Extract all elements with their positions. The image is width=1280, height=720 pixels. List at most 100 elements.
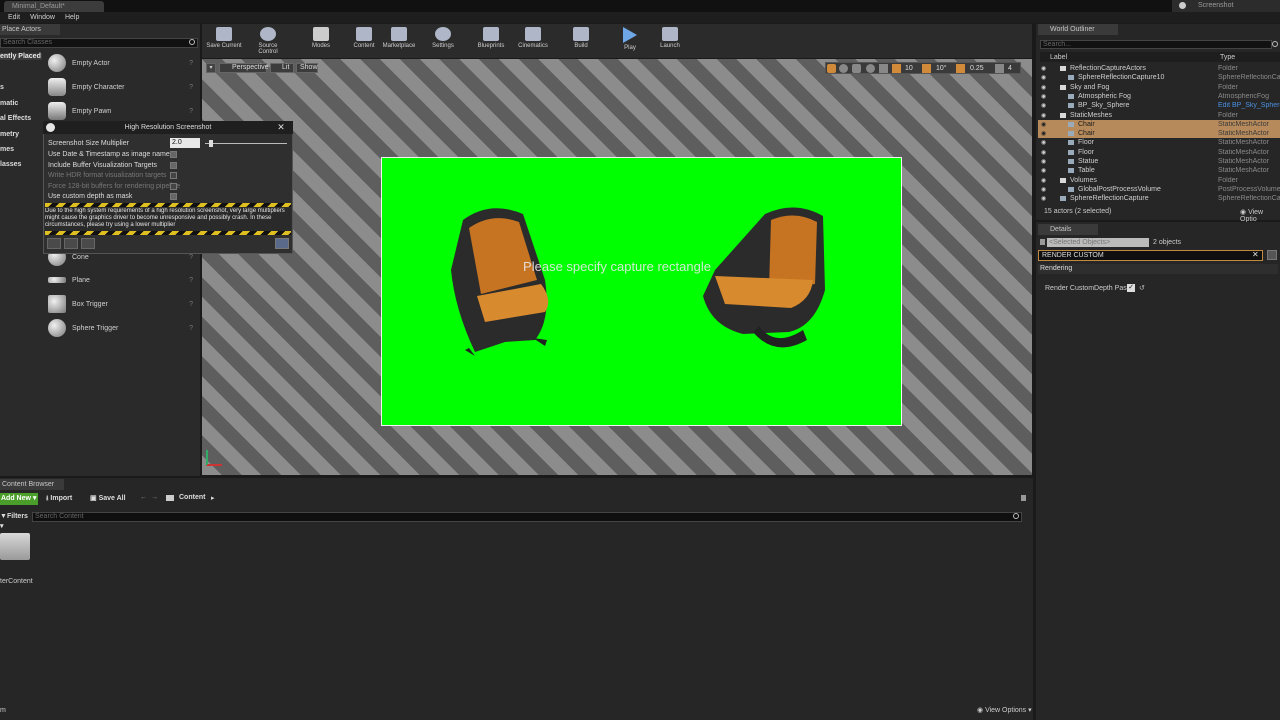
show-button[interactable]: Show [296,63,318,73]
option-checkbox[interactable] [170,151,177,158]
outliner-row[interactable]: ◉ Statue StaticMeshActor [1038,157,1280,166]
eye-icon[interactable]: ◉ [1041,102,1046,109]
outliner-row[interactable]: ◉ BP_Sky_Sphere Edit BP_Sky_Sphere [1038,101,1280,110]
clear-search-icon[interactable]: ✕ [1252,251,1260,259]
settings-button[interactable]: Settings [423,27,463,55]
grid-snap-value[interactable]: 10 [905,64,917,73]
outliner-col-label[interactable]: Label [1050,54,1067,61]
screenshot-tab[interactable]: Screenshot [1172,0,1280,12]
help-icon[interactable]: ? [189,277,193,284]
content-browser-tab[interactable]: Content Browser [0,479,64,490]
menu-help[interactable]: Help [65,12,79,23]
place-actors-search[interactable]: Search Classes [0,38,198,48]
multiplier-field[interactable]: 2.0 [170,138,200,148]
actor-item-box-trigger[interactable]: Box Trigger? [44,293,199,315]
path-content[interactable]: Content [179,494,205,501]
load-region-button[interactable] [64,238,78,249]
launch-button[interactable]: Launch [650,27,690,55]
outliner-row[interactable]: ◉ Volumes Folder [1038,176,1280,185]
save-current-button[interactable]: Save Current [204,27,244,55]
camera-speed-icon[interactable] [995,64,1004,73]
build-button[interactable]: Build [561,27,601,55]
chair-left[interactable] [445,200,570,360]
eye-icon[interactable]: ◉ [1041,65,1046,72]
outliner-row[interactable]: ◉ StaticMeshes Folder [1038,111,1280,120]
filters-button[interactable]: ▼Filters ▾ [0,512,30,530]
outliner-row[interactable]: ◉ Floor StaticMeshActor [1038,148,1280,157]
camera-speed-value[interactable]: 4 [1008,64,1018,73]
option-checkbox[interactable] [170,172,177,179]
outliner-row[interactable]: ◉ Atmospheric Fog AtmosphericFog [1038,92,1280,101]
forward-icon[interactable]: → [151,494,158,501]
chair-right[interactable] [695,200,835,358]
option-checkbox[interactable] [170,161,177,169]
menu-edit[interactable]: Edit [8,12,20,23]
translate-mode-icon[interactable] [827,64,836,73]
marketplace-button[interactable]: Marketplace [379,27,419,55]
eye-icon[interactable]: ◉ [1041,93,1046,100]
rendering-section-header[interactable]: Rendering [1038,264,1278,274]
outliner-col-type[interactable]: Type [1220,54,1235,61]
category-volumes[interactable]: mes [0,146,14,153]
outliner-row[interactable]: ◉ Chair StaticMeshActor [1038,119,1280,129]
save-all-button[interactable]: ▣ Save All [90,494,126,502]
close-icon[interactable]: ✕ [276,122,286,132]
details-search-input[interactable]: RENDER CUSTOM [1038,250,1263,261]
cinematics-button[interactable]: Cinematics [513,27,553,55]
eye-icon[interactable]: ◉ [1041,177,1046,184]
category-all-classes[interactable]: lasses [0,161,21,168]
multiplier-slider-track[interactable] [205,143,287,144]
outliner-row[interactable]: ◉ SphereReflectionCapture10 SphereReflecti… [1038,73,1280,82]
lock-icon[interactable] [1021,495,1026,501]
full-region-button[interactable] [81,238,95,249]
help-icon[interactable]: ? [189,325,193,332]
option-checkbox[interactable] [170,182,177,190]
help-icon[interactable]: ? [189,301,193,308]
content-view-options[interactable]: ◉ View Options ▾ [977,706,1032,714]
outliner-search[interactable]: Search... [1040,40,1272,49]
perspective-button[interactable]: Perspective [219,63,269,73]
rotate-mode-icon[interactable] [839,64,848,73]
category-visual-effects[interactable]: al Effects [0,115,31,122]
lock-icon[interactable] [1040,239,1045,245]
back-icon[interactable]: ← [140,494,147,501]
outliner-view-options[interactable]: ◉ View Optio [1240,208,1280,223]
selected-objects-field[interactable]: <Selected Objects> [1047,238,1149,247]
capture-region-button[interactable] [47,238,61,249]
menu-window[interactable]: Window [30,12,55,23]
multiplier-slider-handle[interactable] [209,140,214,147]
actor-item-empty-actor[interactable]: Empty Actor? [44,52,199,74]
rotation-snap-icon[interactable] [922,64,931,73]
help-icon[interactable]: ? [189,84,193,91]
starter-content-folder[interactable] [0,533,30,560]
actor-item-sphere-trigger[interactable]: Sphere Trigger? [44,317,199,339]
property-matrix-icon[interactable] [1267,250,1277,260]
actor-item-plane[interactable]: Plane? [44,269,199,291]
render-custom-depth-checkbox[interactable]: ✓ [1127,284,1135,292]
outliner-row[interactable]: ◉ Table StaticMeshActor [1038,166,1280,175]
category-cinematic[interactable]: matic [0,100,18,107]
camera-capture-icon[interactable] [275,238,289,249]
add-new-button[interactable]: Add New ▾ [0,493,38,505]
eye-icon[interactable]: ◉ [1041,74,1046,81]
viewport-options-button[interactable]: ▾ [206,63,216,73]
path-chevron-icon[interactable]: ▸ [211,494,215,502]
actor-item-empty-pawn[interactable]: Empty Pawn? [44,100,199,122]
category-geometry[interactable]: metry [0,131,19,138]
eye-icon[interactable]: ◉ [1041,84,1046,91]
place-actors-tab[interactable]: Place Actors [0,24,60,35]
rotation-snap-value[interactable]: 10° [936,64,950,73]
outliner-row-type[interactable]: Edit BP_Sky_Sphere [1218,102,1280,109]
help-icon[interactable]: ? [189,60,193,67]
eye-icon[interactable]: ◉ [1041,130,1046,137]
eye-icon[interactable]: ◉ [1041,139,1046,146]
blueprints-button[interactable]: Blueprints [471,27,511,55]
modes-button[interactable]: Modes [301,27,341,55]
document-tab[interactable]: Minimal_Default* [4,1,104,12]
eye-icon[interactable]: ◉ [1041,167,1046,174]
scale-snap-value[interactable]: 0.25 [970,64,990,73]
outliner-row[interactable]: ◉ Floor StaticMeshActor [1038,138,1280,147]
reset-to-default-icon[interactable]: ↺ [1139,284,1145,292]
eye-icon[interactable]: ◉ [1041,112,1046,119]
category-basic[interactable]: s [0,84,4,91]
